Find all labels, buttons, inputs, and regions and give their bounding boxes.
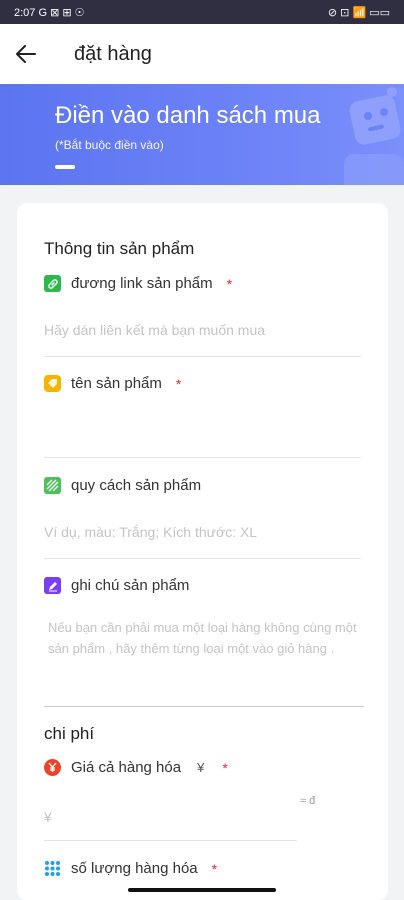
robot-illustration-icon bbox=[344, 87, 404, 185]
edit-icon bbox=[44, 577, 61, 594]
product-link-input[interactable] bbox=[44, 319, 361, 341]
status-right-text: ⊘ ⊡ 📶 ▭▭ bbox=[327, 6, 390, 19]
quantity-label-text: số lượng hàng hóa bbox=[71, 860, 198, 877]
home-indicator[interactable] bbox=[128, 888, 276, 892]
product-section-title: Thông tin sản phẩm bbox=[44, 239, 195, 258]
arrow-left-icon bbox=[16, 45, 36, 63]
banner: Điền vào danh sách mua (*Bắt buộc điền v… bbox=[0, 84, 404, 185]
stripes-icon bbox=[44, 477, 61, 494]
product-name-label: tên sản phẩm * bbox=[44, 375, 181, 392]
divider bbox=[44, 356, 361, 357]
product-link-label-text: đương link sản phẩm bbox=[71, 275, 213, 292]
product-name-label-text: tên sản phẩm bbox=[71, 375, 162, 392]
divider bbox=[44, 558, 361, 559]
currency-symbol: ¥ bbox=[197, 760, 205, 775]
required-mark: * bbox=[175, 375, 182, 392]
banner-subtitle: (*Bắt buộc điền vào) bbox=[55, 138, 164, 152]
banner-title: Điền vào danh sách mua bbox=[55, 102, 321, 129]
required-mark: * bbox=[222, 759, 228, 776]
back-button[interactable] bbox=[0, 24, 52, 84]
price-label: Giá cả hàng hóa ¥ * bbox=[44, 759, 228, 776]
status-bar: 2:07 G ⊠ ⊞ ☉ ⊘ ⊡ 📶 ▭▭ bbox=[0, 0, 404, 24]
product-note-textarea[interactable]: Nếu bạn cần phải mua một loại hàng không… bbox=[48, 617, 358, 659]
product-spec-label: quy cách sản phẩm bbox=[44, 477, 201, 494]
price-label-text: Giá cả hàng hóa bbox=[71, 759, 182, 776]
product-note-label-text: ghi chú sản phẩm bbox=[71, 577, 190, 594]
tag-icon bbox=[44, 375, 61, 392]
product-spec-label-text: quy cách sản phẩm bbox=[71, 477, 202, 494]
quantity-label: số lượng hàng hóa * bbox=[44, 860, 217, 877]
product-note-label: ghi chú sản phẩm bbox=[44, 577, 189, 594]
order-form-card: Thông tin sản phẩm đương link sản phẩm *… bbox=[17, 203, 388, 900]
product-spec-input[interactable] bbox=[44, 521, 361, 543]
yen-icon bbox=[44, 759, 61, 776]
price-input[interactable] bbox=[44, 806, 284, 828]
banner-indicator bbox=[55, 165, 75, 169]
cost-section-title: chi phí bbox=[44, 724, 95, 743]
divider bbox=[44, 457, 361, 458]
status-left-text: 2:07 G ⊠ ⊞ ☉ bbox=[14, 6, 85, 19]
link-icon bbox=[44, 275, 61, 292]
product-link-label: đương link sản phẩm * bbox=[44, 275, 232, 292]
page-title: đặt hàng bbox=[74, 42, 152, 65]
product-name-input[interactable] bbox=[44, 415, 361, 443]
required-mark: * bbox=[211, 860, 218, 877]
grid-icon bbox=[44, 860, 61, 877]
required-mark: * bbox=[226, 275, 233, 292]
divider bbox=[44, 840, 297, 841]
divider bbox=[44, 706, 364, 707]
top-bar: đặt hàng bbox=[0, 24, 404, 84]
converted-price: ≈ đ bbox=[300, 795, 316, 807]
